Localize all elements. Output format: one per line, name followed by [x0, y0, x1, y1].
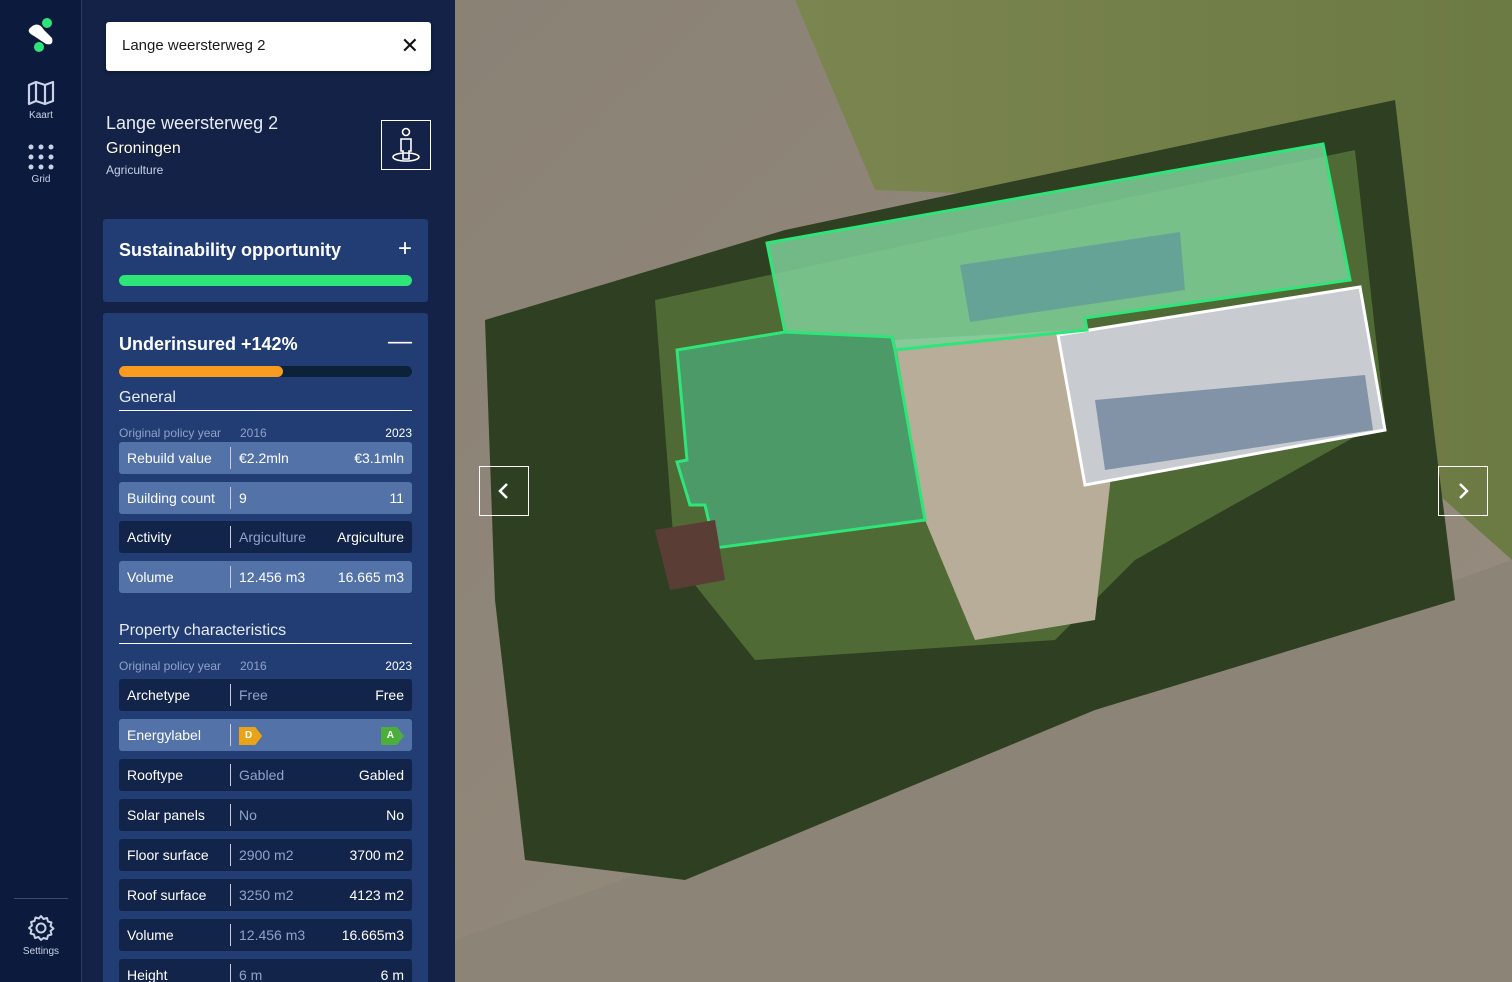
divider: [14, 898, 68, 899]
header-new-year: 2023: [385, 426, 412, 440]
logo-icon: [28, 18, 53, 52]
table-row: Height 6 m 6 m: [119, 959, 412, 982]
row-new-value: €3.1mln: [354, 450, 404, 466]
close-icon[interactable]: ✕: [401, 35, 419, 57]
row-key: Volume: [119, 565, 231, 588]
address-city: Groningen: [106, 140, 181, 157]
street-view-button[interactable]: [381, 120, 431, 170]
property-header: Original policy year 2016 2023: [119, 659, 412, 673]
search-input[interactable]: Lange weersterweg 2 ✕: [106, 22, 431, 71]
row-key: Floor surface: [119, 844, 231, 866]
row-key: Archetype: [119, 684, 231, 706]
previous-button[interactable]: [479, 466, 529, 516]
header-new-year: 2023: [385, 659, 412, 673]
row-new-value: 6 m: [380, 967, 404, 982]
row-new: A: [380, 725, 412, 745]
general-header: Original policy year 2016 2023: [119, 426, 412, 440]
row-old-value: Gabled: [239, 767, 285, 783]
expand-button[interactable]: +: [398, 237, 412, 261]
rail-item-grid[interactable]: Grid: [0, 144, 82, 185]
energy-label-old: D: [239, 727, 263, 745]
header-label: Original policy year: [119, 426, 222, 440]
table-row: Archetype Free Free: [119, 679, 412, 711]
row-new-value: 16.665 m3: [337, 568, 404, 585]
row-old-value: 9: [239, 489, 247, 506]
section-property: Property characteristics: [119, 622, 412, 644]
table-row: Rebuild value €2.2mln €3.1mln: [119, 442, 412, 474]
rail-label: Settings: [22, 946, 60, 957]
table-row: Energylabel D A: [119, 719, 412, 751]
rail-item-settings[interactable]: Settings: [0, 914, 82, 957]
table-row: Volume 12.456 m3 16.665 m3: [119, 560, 412, 593]
row-new-value: 16.665m3: [341, 927, 404, 943]
header-old-year: 2016: [240, 426, 267, 440]
energy-label-new: A: [380, 727, 404, 745]
map-icon: [27, 80, 55, 106]
chevron-right-icon: [1459, 483, 1469, 499]
sustainability-progress: [119, 275, 412, 286]
row-new-value: 11: [389, 489, 404, 506]
row-key: Building count: [119, 486, 231, 509]
aerial-imagery: [455, 0, 1512, 982]
row-new-value: Free: [375, 687, 404, 703]
header-label: Original policy year: [119, 659, 222, 673]
row-new-value: Gabled: [358, 767, 404, 783]
section-general: General: [119, 389, 412, 411]
row-key: Volume: [119, 924, 231, 946]
underinsured-card: Underinsured +142% — General Original po…: [103, 313, 428, 982]
row-key: Energylabel: [119, 724, 231, 746]
row-old-value: 2900 m2: [239, 847, 294, 863]
table-row: Rooftype Gabled Gabled: [119, 759, 412, 791]
progress-fill: [119, 366, 284, 377]
sustainability-title: Sustainability opportunity: [119, 240, 342, 260]
detail-panel: Lange weersterweg 2 ✕ Lange weersterweg …: [82, 0, 455, 982]
underinsured-title: Underinsured +142%: [119, 334, 298, 354]
next-button[interactable]: [1438, 466, 1488, 516]
row-old-value: Free: [239, 687, 268, 703]
header-old-year: 2016: [240, 659, 267, 673]
chevron-left-icon: [498, 483, 508, 499]
search-value: Lange weersterweg 2: [122, 37, 266, 54]
row-old-value: Argiculture: [239, 529, 306, 545]
address-sector: Agriculture: [106, 163, 164, 177]
table-row: Building count 9 11: [119, 481, 412, 514]
table-row: Floor surface 2900 m2 3700 m2: [119, 839, 412, 871]
row-key: Height: [119, 964, 231, 982]
table-row: Volume 12.456 m3 16.665m3: [119, 919, 412, 951]
row-new-value: Argiculture: [337, 529, 404, 545]
rail-item-kaart[interactable]: Kaart: [0, 80, 82, 121]
row-old-value: No: [239, 807, 257, 823]
address-block: Lange weersterweg 2 Groningen Agricultur…: [106, 113, 278, 177]
rail-label: Kaart: [29, 110, 53, 121]
gear-icon: [28, 915, 55, 941]
sustainability-card: Sustainability opportunity +: [103, 219, 428, 302]
progress-fill: [119, 275, 412, 286]
street-view-icon: [392, 127, 420, 162]
underinsured-progress: [119, 366, 412, 377]
row-key: Activity: [119, 526, 231, 548]
row-old-value: 12.456 m3: [239, 927, 306, 943]
address-title: Lange weersterweg 2: [106, 113, 279, 133]
table-row: Activity Argiculture Argiculture: [119, 521, 412, 553]
row-key: Rooftype: [119, 764, 231, 786]
row-key: Roof surface: [119, 884, 231, 906]
row-key: Rebuild value: [119, 447, 231, 469]
row-old-value: 3250 m2: [239, 887, 294, 903]
grid-icon: [28, 144, 54, 170]
rail-label: Grid: [31, 174, 51, 185]
row-old-value: 12.456 m3: [239, 568, 306, 585]
row-old: D: [231, 725, 381, 745]
row-old-value: 6 m: [239, 967, 263, 982]
table-row: Roof surface 3250 m2 4123 m2: [119, 879, 412, 911]
table-row: Solar panels No No: [119, 799, 412, 831]
row-old-value: €2.2mln: [239, 450, 289, 466]
row-new-value: 3700 m2: [349, 847, 404, 863]
logo: [0, 16, 82, 58]
row-key: Solar panels: [119, 804, 231, 826]
nav-rail: Kaart Grid Settings: [0, 0, 82, 982]
row-new-value: No: [386, 807, 404, 823]
collapse-button[interactable]: —: [388, 330, 412, 354]
row-new-value: 4123 m2: [349, 887, 404, 903]
aerial-map[interactable]: [455, 0, 1512, 982]
